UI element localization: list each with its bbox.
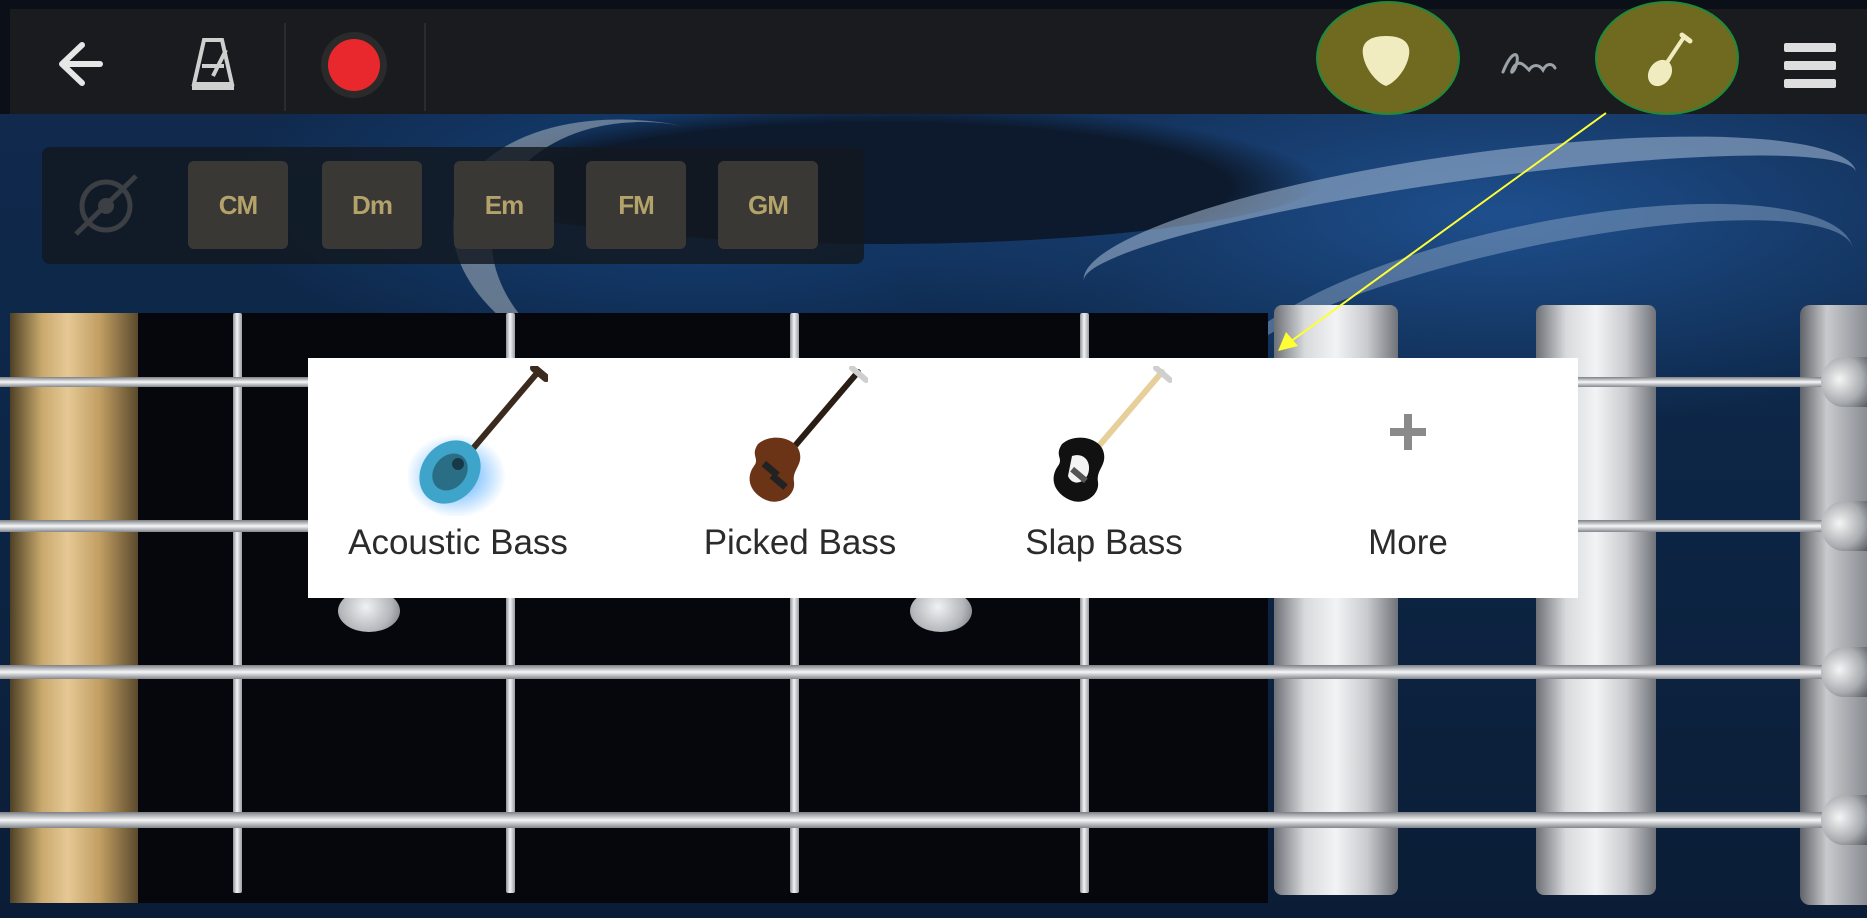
plus-icon: [1390, 414, 1426, 450]
instrument-label: Picked Bass: [703, 523, 897, 562]
instrument-selection-popup: Acoustic Bass Picked Bass Slap Bass More: [308, 358, 1578, 598]
instrument-option-more[interactable]: More: [1258, 358, 1558, 598]
instrument-label: More: [1368, 523, 1448, 562]
instrument-option-acoustic-bass[interactable]: Acoustic Bass: [308, 358, 608, 598]
acoustic-bass-icon: [408, 366, 548, 516]
instrument-option-slap-bass[interactable]: Slap Bass: [954, 358, 1254, 598]
slap-bass-icon: [1053, 366, 1172, 502]
picked-bass-icon: [749, 366, 868, 502]
bass-app-screen: CM Dm Em FM GM Acoustic Bass Picked Bass…: [0, 0, 1867, 918]
instrument-label: Slap Bass: [1025, 523, 1183, 562]
instrument-option-picked-bass[interactable]: Picked Bass: [650, 358, 950, 598]
instrument-label: Acoustic Bass: [348, 523, 568, 562]
